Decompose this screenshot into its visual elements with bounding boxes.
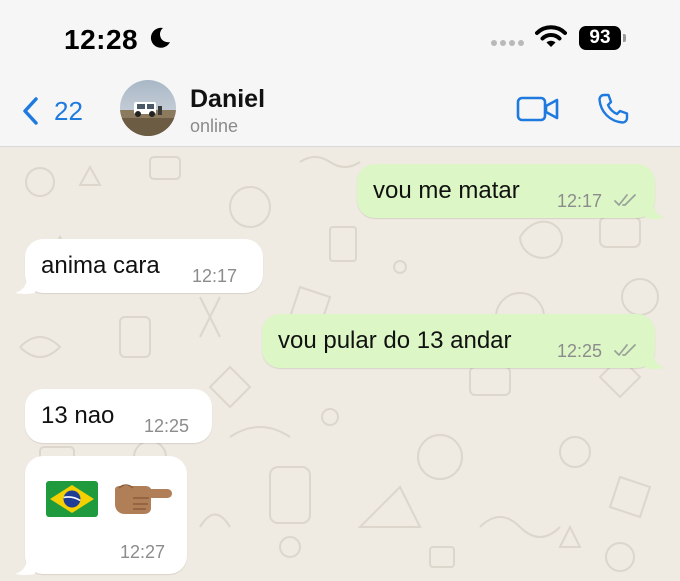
chevron-left-icon (23, 97, 38, 125)
status-bar: 12:28 93 (0, 0, 680, 80)
flag-brazil-icon (46, 481, 98, 517)
unread-chats-count: 22 (54, 95, 83, 126)
battery-cap (623, 34, 626, 42)
bubble-tail (15, 277, 35, 294)
cellular-signal-icon (491, 40, 524, 46)
read-receipt-icon (614, 194, 636, 206)
message-text: vou me matar (373, 177, 520, 204)
read-receipt-icon (614, 344, 636, 356)
battery-level: 93 (579, 26, 621, 50)
status-time: 12:28 (64, 24, 139, 55)
avatar[interactable] (120, 80, 176, 136)
message-time: 12:17 (557, 191, 603, 211)
incoming-emoji-message-bubble[interactable]: 12:27 (25, 456, 187, 574)
incoming-message-bubble[interactable]: anima cara 12:17 (25, 239, 263, 293)
outgoing-message-bubble[interactable]: vou pular do 13 andar 12:25 (262, 314, 655, 368)
bubble-tail (15, 558, 35, 575)
bubble-tail (645, 202, 665, 219)
avatar-photo (120, 80, 176, 136)
message-time: 12:27 (120, 542, 166, 562)
contact-name[interactable]: Daniel (190, 85, 265, 114)
message-text: 13 nao (41, 402, 115, 429)
outgoing-message-bubble[interactable]: vou me matar 12:17 (357, 164, 655, 218)
message-time: 12:25 (144, 416, 190, 436)
message-text: vou pular do 13 andar (278, 327, 512, 354)
chat-header: 22 Daniel online (0, 80, 680, 147)
moon-icon (150, 27, 170, 48)
pointing-right-hand-icon (115, 484, 172, 514)
bubble-tail (645, 352, 665, 369)
incoming-message-bubble[interactable]: 13 nao 12:25 (25, 389, 212, 443)
wifi-icon (535, 25, 567, 47)
message-text: anima cara (41, 252, 160, 279)
message-time: 12:17 (192, 266, 238, 286)
message-list[interactable]: vou me matar 12:17 anima cara 12:17 vou … (0, 147, 680, 581)
phone-call-icon[interactable] (596, 92, 630, 126)
battery-icon: 93 (579, 26, 627, 50)
whatsapp-chat-screen: 12:28 93 22 Daniel online vou me matar 1… (0, 0, 680, 581)
message-time: 12:25 (557, 341, 603, 361)
contact-status: online (190, 116, 239, 136)
back-button[interactable]: 22 (20, 95, 83, 127)
video-call-icon[interactable] (516, 95, 560, 123)
